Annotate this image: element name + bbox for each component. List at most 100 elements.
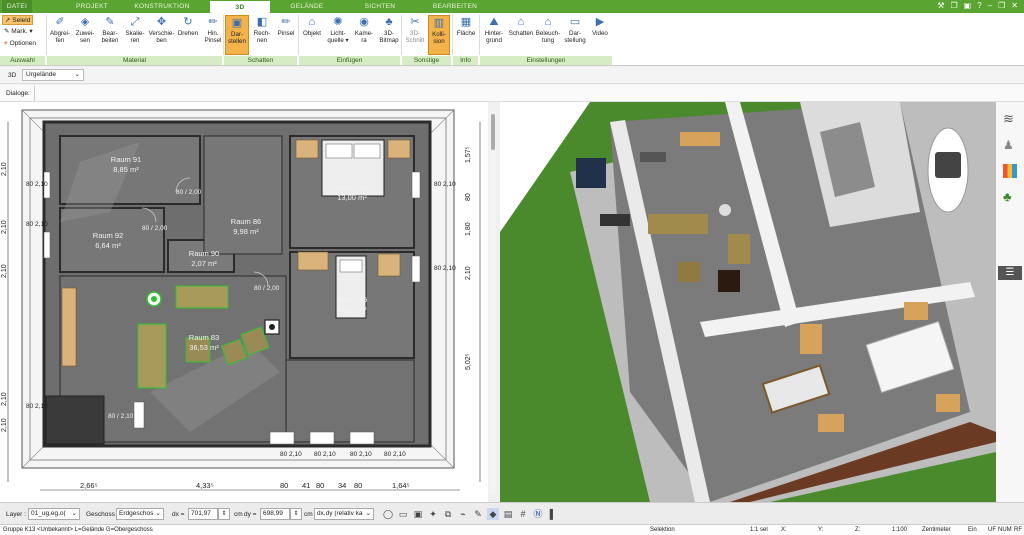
einstellungen-button-4[interactable]: ▶ Video — [589, 15, 611, 55]
sonstige-button-0[interactable]: ✂ 3D- Schnitt — [403, 15, 427, 55]
tab-datei[interactable]: DATEI — [2, 0, 32, 13]
grid-icon[interactable]: # — [517, 508, 529, 520]
restore-icon[interactable]: ❐ — [998, 1, 1005, 12]
material-button-5[interactable]: ↻ Drehen — [176, 15, 200, 55]
tab-3d[interactable]: 3D — [210, 0, 270, 13]
minimize-icon[interactable]: – — [988, 1, 992, 12]
material-button-0[interactable]: ✐ Abgrei- fen — [48, 15, 72, 55]
dy-label: dy = — [244, 511, 257, 518]
grid-fill-icon[interactable]: ◆ — [487, 508, 499, 520]
room-91-name: Raum 91 — [111, 155, 141, 164]
scale-icon: ⤢ — [130, 16, 140, 28]
layers-icon[interactable]: ⧉ — [442, 508, 454, 520]
material-button-1[interactable]: ◈ Zuwei- sen — [73, 15, 97, 55]
menu-icon[interactable]: ☰ — [998, 266, 1022, 280]
schatten-button-label: Rech- nen — [253, 30, 271, 44]
help-icon[interactable]: ? — [977, 1, 981, 12]
group-label-material: Material — [47, 56, 222, 65]
room-86[interactable] — [203, 135, 283, 255]
info-button-0[interactable]: ▦ Fläche — [454, 15, 478, 55]
tab-gelaende[interactable]: GELÄNDE — [282, 0, 332, 13]
group-label-schatten: Schatten — [224, 56, 297, 65]
einstellungen-button-1[interactable]: ⌂ Schatten — [508, 15, 534, 55]
model-3d-render[interactable] — [500, 102, 996, 502]
save-icon[interactable]: ▣ — [964, 1, 972, 12]
material-button-4[interactable]: ✥ Verschie- ben — [148, 15, 175, 55]
schatten-button-2[interactable]: ✏ Pinsel — [275, 15, 297, 55]
room-83-ext — [285, 359, 415, 443]
sonstige-button-1[interactable]: ▥ Kolli- sion — [428, 15, 450, 55]
settings-icon[interactable]: ✦ — [427, 508, 439, 520]
select-button[interactable]: ➚ Seleld — [2, 15, 34, 25]
copy-icon[interactable]: ❐ — [950, 1, 957, 12]
right-tag: 80 2,10 — [434, 265, 456, 272]
materials-icon[interactable] — [1003, 164, 1017, 178]
scrollbar-thumb[interactable] — [491, 114, 495, 150]
geschoss-label: Geschoss : — [86, 511, 119, 518]
cabinet — [61, 287, 77, 367]
floorplan-scrollbar[interactable] — [490, 112, 496, 494]
schatten-button-label: Pinsel — [277, 30, 295, 37]
einfuegen-button-3[interactable]: ♣ 3D- Bitmap — [377, 15, 401, 55]
dim-right-2: 80 — [465, 193, 472, 201]
desk — [297, 251, 329, 271]
chevron-down-icon: ⌄ — [365, 510, 371, 517]
layer-value: 01_ug,eg,o( — [31, 510, 66, 517]
snap-icon[interactable]: Ⓝ — [532, 508, 544, 520]
geschoss-value: Erdgeschos — [119, 510, 154, 517]
material-button-label: Abgrei- fen — [50, 30, 70, 44]
tab-konstruktion[interactable]: KONSTRUKTION — [132, 0, 192, 13]
pin-icon[interactable]: ▌ — [547, 508, 559, 520]
dy-input[interactable]: 698,99 — [260, 508, 290, 520]
armchair-3d[interactable] — [678, 262, 700, 282]
dim-left-2: 2,10 — [1, 220, 8, 234]
layers-icon[interactable]: ≋ — [1003, 112, 1017, 126]
einfuegen-button-label: Licht- quelle ▾ — [327, 30, 349, 44]
sonstige-button-label: Kolli- sion — [432, 31, 446, 45]
options-button[interactable]: + Optionen — [2, 39, 38, 49]
view-3d[interactable] — [500, 102, 996, 502]
close-icon[interactable]: ✕ — [1011, 1, 1018, 12]
dx-input[interactable]: 701,97 — [188, 508, 218, 520]
dy-spinner[interactable]: ⇕ — [290, 508, 302, 520]
material-button-2[interactable]: ✎ Bear- beiten — [98, 15, 122, 55]
einstellungen-button-2[interactable]: ⌂ Beleuch- tung — [535, 15, 561, 55]
terrain-layer-select[interactable]: Urgelände ⌄ — [22, 69, 84, 81]
eyedropper-icon: ✐ — [55, 16, 65, 28]
screen-icon[interactable]: ▭ — [397, 508, 409, 520]
sofa[interactable] — [175, 285, 229, 309]
status-unit: Zentimeter — [922, 527, 951, 533]
pencil-icon[interactable]: ✎ — [472, 508, 484, 520]
armchair-3d[interactable] — [728, 234, 750, 264]
material-button-3[interactable]: ⤢ Skalie- ren — [123, 15, 147, 55]
layer-select[interactable]: 01_ug,eg,o(⌄ — [28, 508, 80, 520]
floorplan-drawing[interactable]: 2,10 2,10 2,10 2,10 2,10 1,57⁵ 80 1,80 2… — [0, 102, 488, 502]
dx-spinner[interactable]: ⇕ — [218, 508, 230, 520]
tab-bearbeiten[interactable]: BEARBEITEN — [425, 0, 485, 13]
hammer-icon[interactable]: ⚒ — [937, 1, 944, 12]
figure-icon[interactable]: ♟ — [1003, 138, 1017, 152]
floorplan-2d-view[interactable]: 2,10 2,10 2,10 2,10 2,10 1,57⁵ 80 1,80 2… — [0, 102, 488, 502]
coordinate-mode-select[interactable]: dx,dy (relativ ka ⌄ — [314, 508, 374, 520]
sofa[interactable] — [137, 323, 167, 389]
sofa-3d[interactable] — [648, 214, 708, 234]
group-label-auswahl: Auswahl — [0, 56, 45, 65]
tree-icon[interactable]: ♣ — [1003, 190, 1017, 204]
dx-value: 701,97 — [191, 510, 211, 517]
tab-projekt[interactable]: PROJEKT — [62, 0, 122, 13]
einstellungen-button-0[interactable]: ⛰ Hinter- grund — [481, 15, 507, 55]
einfuegen-button-0[interactable]: ⌂ Objekt — [300, 15, 324, 55]
geschoss-select[interactable]: Erdgeschos ⌄ — [116, 508, 164, 520]
circle-icon[interactable]: ◯ — [382, 508, 394, 520]
link-icon[interactable]: ⌁ — [457, 508, 469, 520]
tab-sichten[interactable]: SICHTEN — [355, 0, 405, 13]
schatten-button-1[interactable]: ◧ Rech- nen — [250, 15, 274, 55]
stack-icon[interactable]: ▤ — [502, 508, 514, 520]
schatten-button-0[interactable]: ▣ Dar- stellen — [225, 15, 249, 55]
einstellungen-button-3[interactable]: ▭ Dar- stellung — [562, 15, 588, 55]
mark-button[interactable]: ✎ Mark. ▾ — [2, 27, 35, 37]
einfuegen-button-1[interactable]: ✺ Licht- quelle ▾ — [325, 15, 351, 55]
einfuegen-button-2[interactable]: ◉ Kame- ra — [352, 15, 376, 55]
monitor-icon[interactable]: ▣ — [412, 508, 424, 520]
material-button-6[interactable]: ✏ Hin. Pinsel — [201, 15, 225, 55]
